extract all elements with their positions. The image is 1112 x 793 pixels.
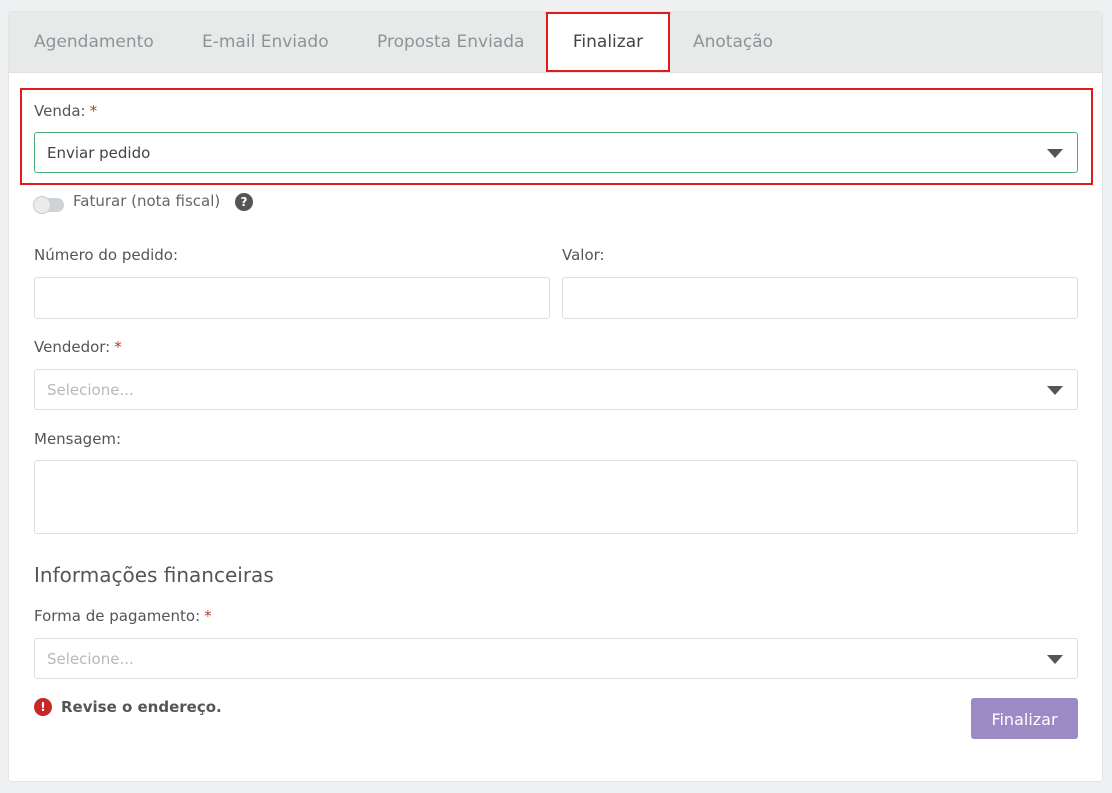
mensagem-textarea[interactable]	[34, 460, 1078, 534]
valor-label: Valor:	[562, 246, 605, 264]
tab-anotacao[interactable]: Anotação	[693, 12, 773, 72]
venda-label: Venda: *	[34, 102, 98, 120]
forma-pagamento-placeholder: Selecione...	[47, 650, 134, 668]
vendedor-label: Vendedor: *	[34, 338, 122, 356]
required-marker: *	[204, 607, 212, 625]
venda-select[interactable]: Enviar pedido	[34, 132, 1078, 173]
chevron-down-icon	[1047, 149, 1063, 158]
address-error-message: Revise o endereço.	[61, 698, 222, 716]
chevron-down-icon	[1047, 386, 1063, 395]
finalizar-button[interactable]: Finalizar	[971, 698, 1078, 739]
tab-proposta-enviada[interactable]: Proposta Enviada	[377, 12, 524, 72]
financial-section-title: Informações financeiras	[34, 563, 274, 587]
exclamation-circle-icon: !	[34, 698, 52, 716]
chevron-down-icon	[1047, 655, 1063, 664]
forma-pagamento-label: Forma de pagamento: *	[34, 607, 212, 625]
required-marker: *	[89, 102, 98, 120]
vendedor-placeholder: Selecione...	[47, 381, 134, 399]
numero-pedido-label: Número do pedido:	[34, 246, 179, 264]
tab-finalizar[interactable]: Finalizar	[546, 12, 670, 72]
faturar-label: Faturar (nota fiscal)	[73, 192, 221, 210]
tab-agendamento[interactable]: Agendamento	[34, 12, 154, 72]
question-circle-icon[interactable]: ?	[235, 193, 253, 211]
venda-select-value: Enviar pedido	[47, 144, 151, 162]
mensagem-label: Mensagem:	[34, 430, 122, 448]
required-marker: *	[114, 338, 122, 356]
vendedor-select[interactable]: Selecione...	[34, 369, 1078, 410]
numero-pedido-input[interactable]	[34, 277, 550, 319]
toggle-knob	[33, 196, 51, 214]
faturar-toggle[interactable]	[33, 196, 64, 214]
finalize-panel: Agendamento E-mail Enviado Proposta Envi…	[8, 11, 1103, 782]
forma-pagamento-select[interactable]: Selecione...	[34, 638, 1078, 679]
tab-bar: Agendamento E-mail Enviado Proposta Envi…	[9, 12, 1102, 73]
tab-email-enviado[interactable]: E-mail Enviado	[202, 12, 329, 72]
valor-input[interactable]	[562, 277, 1078, 319]
